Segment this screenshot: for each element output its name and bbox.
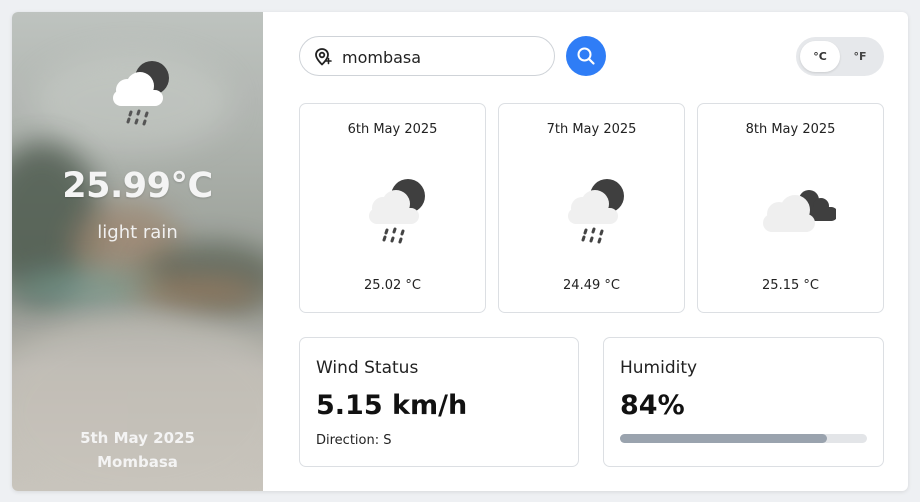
cloud-rain-moon-icon [113,61,169,126]
current-temperature: 25.99°C [62,166,213,206]
forecast-date: 6th May 2025 [347,122,438,137]
clouds-icon [763,190,836,232]
weather-app: 25.99°C light rain 5th May 2025 Mombasa … [12,12,908,491]
weather-description: light rain [97,222,178,243]
humidity-label: Humidity [620,358,698,378]
humidity-value: 84% [620,390,685,421]
celsius-option[interactable]: °C [800,41,840,72]
search-icon [577,47,595,65]
current-date: 5th May 2025 [80,429,195,447]
search-box [299,36,555,76]
cloud-rain-moon-icon [568,179,624,244]
city-name: Mombasa [97,453,178,471]
humidity-bar-fill [620,434,828,443]
forecast-temp: 25.15 °C [762,278,819,293]
wind-direction: Direction: S [316,433,392,448]
fahrenheit-option[interactable]: °F [840,41,880,72]
wind-speed: 5.15 km/h [316,390,468,421]
wind-label: Wind Status [316,358,419,378]
forecast-date: 7th May 2025 [546,122,637,137]
forecast-card: 6th May 2025 25.02 °C [299,103,486,313]
forecast-temp: 25.02 °C [364,278,421,293]
map-pin-icon [315,48,332,66]
wind-status-card: Wind Status 5.15 km/h Direction: S [299,337,579,467]
forecast-card: 8th May 2025 25.15 °C [697,103,884,313]
cloud-rain-moon-icon [369,179,425,244]
humidity-bar [620,434,867,443]
forecast-card: 7th May 2025 24.49 °C [498,103,685,313]
unit-toggle: °C °F [796,37,884,76]
current-weather-panel: 25.99°C light rain 5th May 2025 Mombasa [12,12,263,491]
search-button[interactable] [566,36,606,76]
search-input[interactable] [340,43,544,71]
humidity-card: Humidity 84% [603,337,884,467]
forecast-date: 8th May 2025 [745,122,836,137]
forecast-temp: 24.49 °C [563,278,620,293]
